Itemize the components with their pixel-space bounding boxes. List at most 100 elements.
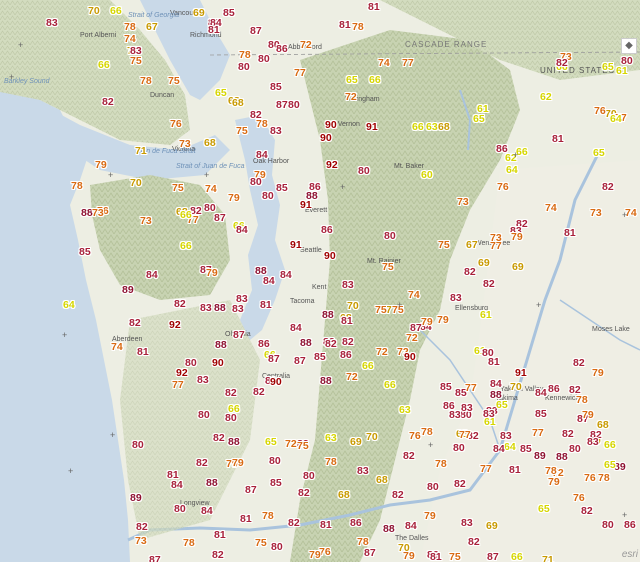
temperature-reading[interactable]: 74 (408, 290, 420, 301)
temperature-reading[interactable]: 64 (63, 300, 75, 311)
temperature-reading[interactable]: 81 (430, 552, 442, 562)
temperature-reading[interactable]: 88 (300, 338, 312, 349)
temperature-reading[interactable]: 81 (137, 347, 149, 358)
temperature-reading[interactable]: 82 (602, 182, 614, 193)
temperature-reading[interactable]: 67 (146, 22, 158, 33)
temperature-reading[interactable]: 90 (325, 120, 337, 131)
temperature-reading[interactable]: 82 (102, 97, 114, 108)
temperature-reading[interactable]: 81 (552, 134, 564, 145)
temperature-reading[interactable]: 85 (270, 82, 282, 93)
temperature-reading[interactable]: 83 (461, 518, 473, 529)
temperature-reading[interactable]: 61 (616, 66, 628, 77)
temperature-reading[interactable]: 85 (520, 444, 532, 455)
temperature-reading[interactable]: 66 (604, 440, 616, 451)
temperature-reading[interactable]: 75 (297, 441, 309, 452)
temperature-reading[interactable]: 87 (250, 26, 262, 37)
temperature-reading[interactable]: 82 (253, 387, 265, 398)
temperature-reading[interactable]: 74 (124, 34, 136, 45)
temperature-reading[interactable]: 70 (130, 178, 142, 189)
temperature-reading[interactable]: 85 (276, 183, 288, 194)
temperature-reading[interactable]: 78 (352, 22, 364, 33)
temperature-reading[interactable]: 69 (486, 521, 498, 532)
temperature-reading[interactable]: 79 (421, 317, 433, 328)
temperature-reading[interactable]: 87 (149, 555, 161, 562)
temperature-reading[interactable]: 81 (240, 514, 252, 525)
temperature-reading[interactable]: 73 (135, 536, 147, 547)
temperature-reading[interactable]: 75 (172, 183, 184, 194)
temperature-reading[interactable]: 65 (602, 62, 614, 73)
temperature-reading[interactable]: 74 (378, 58, 390, 69)
temperature-reading[interactable]: 79 (403, 551, 415, 562)
temperature-reading[interactable]: 82 (298, 488, 310, 499)
temperature-reading[interactable]: 78 (124, 22, 136, 33)
temperature-reading[interactable]: 89 (130, 493, 142, 504)
temperature-reading[interactable]: 82 (288, 518, 300, 529)
temperature-reading[interactable]: 86 (548, 384, 560, 395)
temperature-reading[interactable]: 78 (421, 427, 433, 438)
temperature-reading[interactable]: 85 (440, 382, 452, 393)
temperature-reading[interactable]: 83 (270, 126, 282, 137)
temperature-reading[interactable]: 68 (204, 138, 216, 149)
temperature-reading[interactable]: 88 (215, 340, 227, 351)
temperature-reading[interactable]: 74 (111, 342, 123, 353)
temperature-reading[interactable]: 79 (95, 160, 107, 171)
temperature-reading[interactable]: 68 (232, 98, 244, 109)
temperature-reading[interactable]: 66 (384, 380, 396, 391)
temperature-reading[interactable]: 83 (200, 303, 212, 314)
temperature-reading[interactable]: 75 (130, 56, 142, 67)
temperature-reading[interactable]: 87 (294, 356, 306, 367)
temperature-reading[interactable]: 77 (402, 58, 414, 69)
temperature-reading[interactable]: 73 (490, 233, 502, 244)
temperature-reading[interactable]: 66 (369, 75, 381, 86)
temperature-reading[interactable]: 92 (169, 320, 181, 331)
temperature-reading[interactable]: 78 (262, 511, 274, 522)
temperature-reading[interactable]: 66 (180, 210, 192, 221)
temperature-reading[interactable]: 79 (511, 232, 523, 243)
temperature-reading[interactable]: 82 (403, 451, 415, 462)
temperature-reading[interactable]: 68 (376, 475, 388, 486)
temperature-reading[interactable]: 82 (213, 433, 225, 444)
temperature-reading[interactable]: 78 (71, 181, 83, 192)
temperature-reading[interactable]: 78 (435, 459, 447, 470)
temperature-reading[interactable]: 73 (590, 208, 602, 219)
temperature-reading[interactable]: 81 (260, 300, 272, 311)
temperature-reading[interactable]: 82 (136, 522, 148, 533)
temperature-reading[interactable]: 82 (225, 388, 237, 399)
temperature-reading[interactable]: 70 (366, 432, 378, 443)
temperature-reading[interactable]: 80 (358, 166, 370, 177)
temperature-reading[interactable]: 72 (406, 333, 418, 344)
temperature-reading[interactable]: 68 (338, 490, 350, 501)
temperature-reading[interactable]: 80 (271, 542, 283, 553)
temperature-reading[interactable]: 72 (285, 439, 297, 450)
temperature-reading[interactable]: 87 (276, 100, 288, 111)
temperature-reading[interactable]: 78 (576, 395, 588, 406)
temperature-reading[interactable]: 82 (483, 279, 495, 290)
temperature-reading[interactable]: 70 (347, 301, 359, 312)
temperature-reading[interactable]: 91 (515, 368, 527, 379)
temperature-reading[interactable]: 86 (276, 44, 288, 55)
temperature-reading[interactable]: 80 (262, 191, 274, 202)
temperature-reading[interactable]: 88 (228, 437, 240, 448)
temperature-reading[interactable]: 88 (556, 452, 568, 463)
temperature-reading[interactable]: 69 (512, 262, 524, 273)
temperature-reading[interactable]: 89 (122, 285, 134, 296)
temperature-reading[interactable]: 82 (562, 429, 574, 440)
temperature-reading[interactable]: 86 (350, 518, 362, 529)
temperature-reading[interactable]: 79 (582, 410, 594, 421)
temperature-reading[interactable]: 79 (548, 477, 560, 488)
temperature-reading[interactable]: 73 (179, 139, 191, 150)
temperature-reading[interactable]: 72 (345, 92, 357, 103)
temperature-reading[interactable]: 82 (196, 458, 208, 469)
temperature-reading[interactable]: 79 (309, 550, 321, 561)
temperature-reading[interactable]: 75 (438, 240, 450, 251)
temperature-reading[interactable]: 84 (405, 521, 417, 532)
temperature-reading[interactable]: 83 (46, 18, 58, 29)
temperature-reading[interactable]: 82 (325, 339, 337, 350)
temperature-reading[interactable]: 90 (270, 377, 282, 388)
temperature-reading[interactable]: 83 (357, 466, 369, 477)
temperature-reading[interactable]: 67 (466, 240, 478, 251)
temperature-reading[interactable]: 80 (174, 504, 186, 515)
temperature-reading[interactable]: 63 (399, 405, 411, 416)
temperature-reading[interactable]: 76 (497, 182, 509, 193)
temperature-reading[interactable]: 84 (535, 388, 547, 399)
